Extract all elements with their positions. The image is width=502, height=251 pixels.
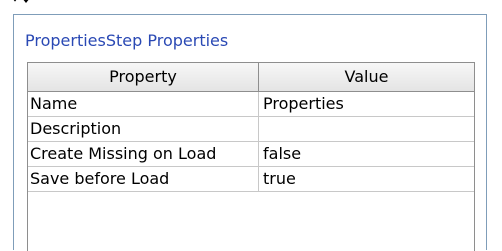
property-value-cell[interactable] [259,117,474,141]
column-header-property[interactable]: Property [28,63,259,91]
table-row[interactable]: Description [28,117,474,142]
property-name-cell: Create Missing on Load [28,142,259,166]
table-row[interactable]: Create Missing on Load false [28,142,474,167]
properties-panel: PropertiesStep Properties Property Value… [13,14,487,251]
column-header-value[interactable]: Value [259,63,474,91]
property-value-cell[interactable]: true [259,167,474,191]
property-value-cell[interactable]: false [259,142,474,166]
property-name-cell: Name [28,92,259,116]
property-name-cell: Description [28,117,259,141]
properties-table: Property Value Name Properties Descripti… [27,62,475,251]
panel-title: PropertiesStep Properties [25,31,229,50]
collapse-arrow-icon[interactable] [9,0,33,8]
property-name-cell: Save before Load [28,167,259,191]
table-row[interactable]: Save before Load true [28,167,474,192]
table-row[interactable]: Name Properties [28,92,474,117]
property-value-cell[interactable]: Properties [259,92,474,116]
table-header: Property Value [28,63,474,92]
